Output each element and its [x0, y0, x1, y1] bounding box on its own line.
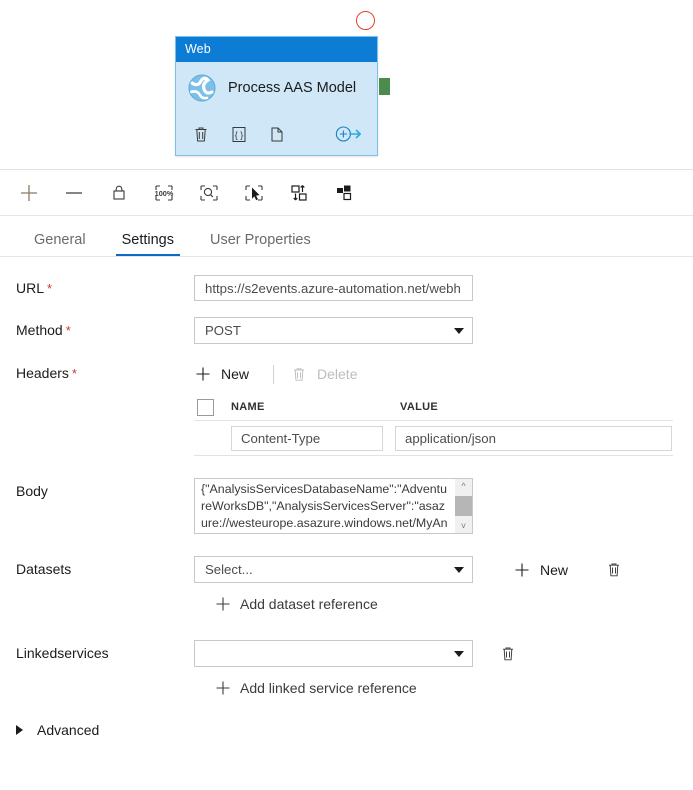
chevron-up-icon[interactable]: ^ [461, 479, 465, 493]
method-label: Method * [16, 317, 194, 338]
select-mode-button[interactable] [237, 176, 271, 210]
zoom-in-button[interactable] [12, 176, 46, 210]
settings-form: URL* Method* Headers* [0, 257, 693, 738]
url-label-text: URL [16, 280, 45, 296]
trash-icon[interactable] [190, 123, 212, 145]
required-asterisk: * [65, 323, 71, 338]
linkedservices-row: Linkedservices Add linked service refere… [0, 640, 693, 696]
datasets-select-value[interactable] [194, 556, 473, 583]
tab-settings[interactable]: Settings [104, 232, 192, 257]
add-linked-service-reference-button[interactable]: Add linked service reference [215, 680, 693, 696]
method-select-value[interactable] [194, 317, 473, 344]
plus-icon [194, 365, 212, 383]
required-asterisk: * [71, 366, 77, 381]
headers-label-text: Headers [16, 365, 69, 381]
chevron-down-icon[interactable]: ˅ [461, 519, 466, 533]
add-linked-service-reference-label: Add linked service reference [240, 680, 417, 696]
add-dataset-reference-button[interactable]: Add dataset reference [215, 596, 693, 612]
tab-user-properties[interactable]: User Properties [192, 232, 329, 257]
headers-table: NAME VALUE [194, 394, 673, 456]
url-label: URL * [16, 275, 194, 296]
body-textarea[interactable]: {"AnalysisServicesDatabaseName":"Adventu… [194, 478, 473, 534]
url-input[interactable] [194, 275, 473, 301]
headers-new-label: New [221, 366, 250, 382]
method-row: Method * [0, 317, 693, 344]
method-label-text: Method [16, 322, 63, 338]
linkedservices-select-value[interactable] [194, 640, 473, 667]
headers-row: Headers * New Delete NAME VALUE Content-… [0, 360, 693, 456]
canvas-toolbar: 100% [0, 170, 693, 216]
datasets-new-button[interactable]: New [513, 561, 568, 579]
add-dataset-reference-label: Add dataset reference [240, 596, 378, 612]
zoom-out-button[interactable] [57, 176, 91, 210]
select-all-checkbox[interactable] [197, 398, 214, 416]
scrollbar-thumb[interactable] [455, 496, 472, 516]
copy-icon[interactable] [266, 123, 288, 145]
headers-delete-label: Delete [317, 366, 358, 382]
activity-type-label: Web [176, 37, 377, 62]
svg-text:{ }: { } [235, 130, 244, 140]
column-header-name: NAME [231, 401, 265, 413]
headers-command-bar: New Delete [194, 360, 693, 388]
plus-icon [513, 561, 531, 579]
url-row: URL * [0, 275, 693, 301]
linkedservices-controls [194, 640, 693, 667]
headers-label: Headers * [16, 360, 194, 381]
activity-card-web[interactable]: Web Process AAS Model {} [175, 36, 378, 156]
activity-output-connector[interactable] [379, 78, 390, 95]
header-value-input[interactable] [395, 425, 672, 451]
advanced-label: Advanced [37, 722, 100, 738]
plus-icon [215, 680, 231, 696]
datasets-controls: New [194, 556, 693, 583]
required-asterisk: * [47, 281, 53, 296]
lock-icon[interactable] [102, 176, 136, 210]
table-row[interactable] [194, 421, 673, 456]
header-name-input[interactable] [231, 425, 383, 451]
body-textarea-wrap: {"AnalysisServicesDatabaseName":"Adventu… [194, 478, 473, 534]
zoom-100-button[interactable]: 100% [147, 176, 181, 210]
command-separator [273, 364, 275, 384]
body-label: Body [16, 478, 194, 499]
tab-general[interactable]: General [16, 232, 104, 257]
linkedservices-select[interactable] [194, 640, 473, 667]
activity-name-label: Process AAS Model [228, 80, 357, 96]
datasets-select[interactable] [194, 556, 473, 583]
linkedservices-delete-button[interactable] [499, 644, 517, 664]
code-brackets-icon[interactable]: { } [228, 123, 250, 145]
datasets-row: Datasets New [0, 556, 693, 612]
linkedservices-label-text: Linkedservices [16, 645, 109, 661]
add-arrow-icon[interactable] [335, 123, 363, 145]
method-select[interactable] [194, 317, 473, 344]
datasets-new-label: New [540, 561, 569, 578]
body-row: Body {"AnalysisServicesDatabaseName":"Ad… [0, 478, 693, 534]
pipeline-canvas[interactable]: Web Process AAS Model {} [0, 0, 693, 170]
body-label-text: Body [16, 483, 48, 499]
activity-action-bar: { } [176, 114, 377, 154]
body-scrollbar[interactable]: ^ ˅ [455, 479, 472, 533]
auto-align-button[interactable] [282, 176, 316, 210]
datasets-delete-button[interactable] [605, 560, 623, 580]
plus-icon [215, 596, 231, 612]
svg-text:100%: 100% [155, 189, 174, 198]
linkedservices-label: Linkedservices [16, 640, 194, 661]
headers-table-header: NAME VALUE [194, 394, 673, 421]
chevron-right-icon [16, 725, 23, 735]
advanced-section-toggle[interactable]: Advanced [0, 722, 693, 738]
auto-layout-button[interactable] [327, 176, 361, 210]
datasets-label: Datasets [16, 556, 194, 577]
datasets-label-text: Datasets [16, 561, 72, 577]
headers-delete-button[interactable]: Delete [290, 365, 357, 383]
activity-status-circle-icon [356, 11, 375, 30]
activity-body: Process AAS Model [176, 62, 377, 114]
property-tabs: General Settings User Properties [0, 216, 693, 257]
headers-new-button[interactable]: New [194, 365, 249, 383]
zoom-to-fit-button[interactable] [192, 176, 226, 210]
column-header-value: VALUE [400, 401, 438, 413]
web-globe-icon [188, 74, 216, 102]
trash-icon [290, 365, 308, 383]
